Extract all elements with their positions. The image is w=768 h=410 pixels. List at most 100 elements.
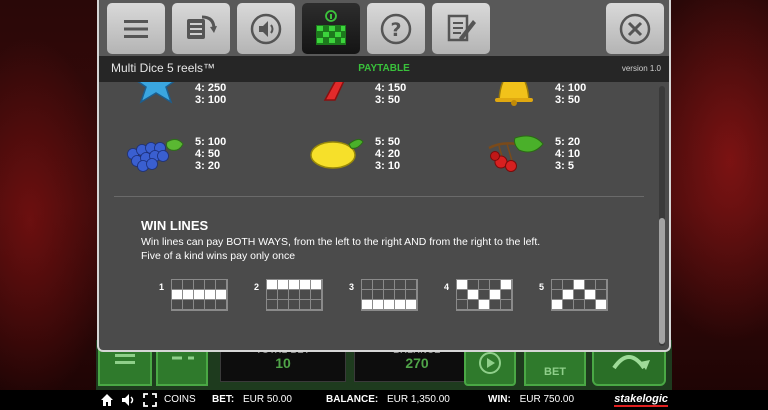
coins-toggle[interactable]: COINS xyxy=(164,394,196,405)
win-line-cell xyxy=(289,290,300,300)
sound-icon xyxy=(250,13,282,44)
win-line-cell xyxy=(596,290,607,300)
close-button[interactable] xyxy=(606,3,664,54)
win-line-cell-active xyxy=(362,300,373,310)
win-line-diagram xyxy=(361,279,418,311)
win-line-cell xyxy=(468,300,479,310)
autoplay-settings-button[interactable] xyxy=(172,3,230,54)
win-line-cell xyxy=(183,300,194,310)
win-line-cell xyxy=(205,300,216,310)
win-line-cell-active xyxy=(183,290,194,300)
paytable-button[interactable] xyxy=(302,3,360,54)
win-line-cell xyxy=(172,300,183,310)
win-line-cell xyxy=(311,290,322,300)
brand-name: stakelogic xyxy=(614,393,668,407)
status-bar: COINS BET: EUR 50.00 BALANCE: EUR 1,350.… xyxy=(0,390,768,410)
win-line-cell xyxy=(172,280,183,290)
win-line-cell-active xyxy=(373,300,384,310)
play-icon xyxy=(479,352,501,374)
paytable-grapes-values: 5: 100 4: 50 3: 20 xyxy=(195,136,226,172)
win-line-cell xyxy=(501,290,512,300)
win-line-cell-active xyxy=(216,290,227,300)
bell-icon xyxy=(495,82,533,106)
pay-line: 3: 10 xyxy=(375,160,401,172)
win-line-cell-active xyxy=(563,290,574,300)
win-line-cell xyxy=(585,300,596,310)
svg-text:?: ? xyxy=(390,19,401,41)
scrollbar-thumb[interactable] xyxy=(659,218,665,344)
close-icon xyxy=(619,13,651,44)
win-line-cell xyxy=(384,280,395,290)
win-line-number: 3 xyxy=(349,282,355,292)
win-line-cell xyxy=(362,280,373,290)
win-line-cell xyxy=(216,300,227,310)
win-line-cell xyxy=(278,300,289,310)
win-line-cell-active xyxy=(479,300,490,310)
paytable-star-values: 4: 250 3: 100 xyxy=(195,82,226,106)
win-label: WIN: xyxy=(488,394,511,405)
win-line-cell xyxy=(289,300,300,310)
win-line-cell xyxy=(490,300,501,310)
win-line-number: 1 xyxy=(159,282,165,292)
history-button[interactable] xyxy=(432,3,490,54)
help-button[interactable]: ? xyxy=(367,3,425,54)
win-line-cell-active xyxy=(585,290,596,300)
win-line-cell-active xyxy=(574,280,585,290)
pay-line: 4: 250 xyxy=(195,82,227,94)
win-line-cell xyxy=(468,280,479,290)
seven-icon xyxy=(323,82,345,101)
sound-button[interactable] xyxy=(237,3,295,54)
win-line-number: 4 xyxy=(444,282,450,292)
win-line-cell-active xyxy=(596,300,607,310)
pay-line: 4: 150 xyxy=(375,82,407,94)
paytable-content[interactable]: 4: 250 3: 100 4: 150 3: 50 4: 100 3: 50 xyxy=(99,82,659,348)
win-line-cell xyxy=(194,280,205,290)
win-line-cell xyxy=(373,290,384,300)
menu-icon xyxy=(115,354,135,364)
paytable-modal: ? PAYTABLE Multi Dice 5 reels™ version 1… xyxy=(97,0,671,352)
win-line-cell xyxy=(406,280,417,290)
win-line-cell-active xyxy=(278,280,289,290)
win-line-cell xyxy=(311,300,322,310)
modal-toolbar: ? xyxy=(99,0,669,56)
win-line-cell xyxy=(205,280,216,290)
win-line-cell-active xyxy=(205,290,216,300)
help-icon: ? xyxy=(380,13,412,44)
grapes-icon xyxy=(127,138,184,172)
game-menu-button[interactable] xyxy=(98,346,152,386)
pay-line: 4: 10 xyxy=(555,148,581,160)
menu-icon xyxy=(124,19,148,38)
fullscreen-icon[interactable] xyxy=(143,393,157,407)
win-line-cell xyxy=(373,280,384,290)
bet-display: BET: EUR 50.00 xyxy=(212,394,292,405)
win-line-cell xyxy=(362,290,373,300)
pay-line: 3: 50 xyxy=(555,94,581,106)
stakelogic-logo: stakelogic xyxy=(614,393,668,407)
win-line-cell xyxy=(300,300,311,310)
win-line-cell-active xyxy=(311,280,322,290)
autoplay-button[interactable] xyxy=(464,346,516,386)
star-icon xyxy=(137,82,175,104)
win-line-cell xyxy=(216,280,227,290)
bet-button[interactable]: BET xyxy=(524,346,586,386)
win-line-cell xyxy=(574,290,585,300)
win-line-cell xyxy=(194,300,205,310)
win-line-cell-active xyxy=(457,280,468,290)
speaker-icon[interactable] xyxy=(121,393,135,407)
win-line-diagram xyxy=(456,279,513,311)
win-line-cell-active xyxy=(172,290,183,300)
game-settings-button[interactable] xyxy=(156,346,208,386)
win-line-cell xyxy=(278,290,289,300)
win-line-number: 5 xyxy=(539,282,545,292)
notes-icon xyxy=(447,14,476,41)
win-line-cell xyxy=(490,280,501,290)
pay-line: 3: 100 xyxy=(195,94,227,106)
win-lines-note: Five of a kind wins pay only once xyxy=(141,250,296,262)
win-line-cell-active xyxy=(194,290,205,300)
scrollbar-track[interactable] xyxy=(659,86,665,346)
menu-button[interactable] xyxy=(107,3,165,54)
paytable-bell-values: 4: 100 3: 50 xyxy=(555,82,586,106)
home-icon[interactable] xyxy=(100,393,114,407)
win-line-cell xyxy=(501,300,512,310)
total-bet-value: 10 xyxy=(275,355,291,371)
